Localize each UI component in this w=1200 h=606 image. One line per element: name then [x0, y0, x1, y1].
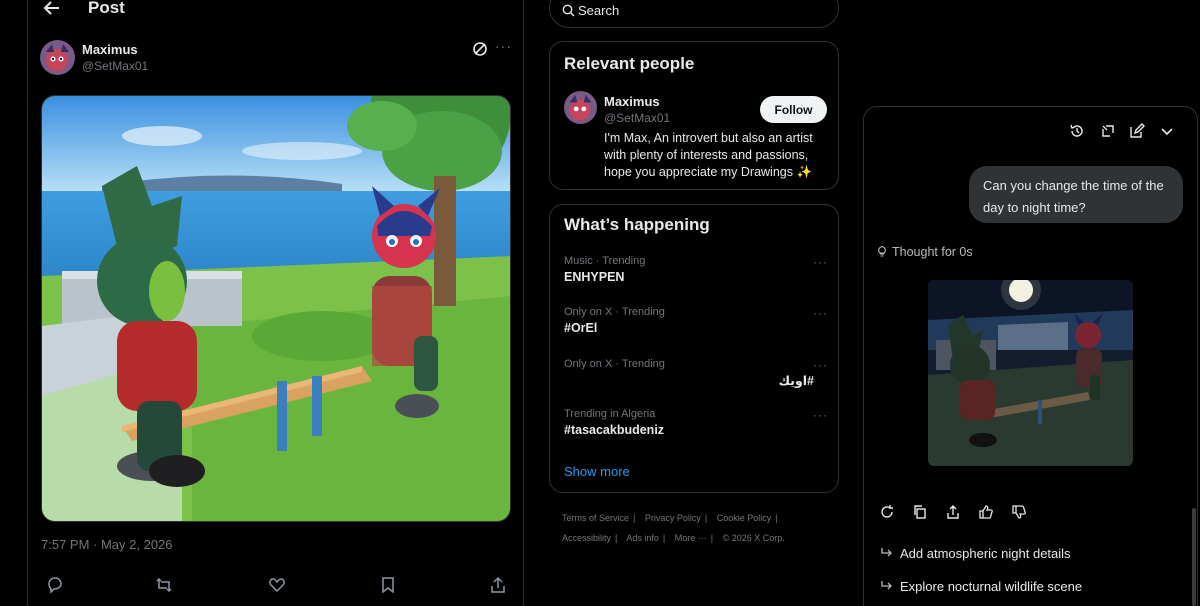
regenerate-icon[interactable] — [879, 504, 895, 520]
footer-link-accessibility[interactable]: Accessibility — [562, 533, 611, 543]
trend-name: #tasacakbudeniz — [564, 423, 665, 437]
trend-item[interactable]: Only on X · Trending #OrEl ··· — [564, 306, 828, 335]
main-column: Post Maximus @SetMax01 ··· 7:57 PM · May… — [27, 0, 524, 606]
back-arrow-icon[interactable] — [42, 0, 62, 18]
history-icon[interactable] — [1069, 123, 1085, 139]
search-bar[interactable] — [549, 0, 839, 28]
trend-meta: Only on X · Trending — [564, 306, 665, 318]
avatar[interactable] — [564, 91, 597, 124]
grok-icon[interactable] — [472, 41, 488, 57]
trend-item[interactable]: Trending in Algeria #tasacakbudeniz ··· — [564, 408, 828, 437]
suggestion-label: Explore nocturnal wildlife scene — [900, 579, 1083, 594]
page-title: Post — [88, 0, 125, 17]
more-options-icon[interactable]: ··· — [495, 38, 512, 54]
thumbs-down-icon[interactable] — [1011, 504, 1027, 520]
suggestion-label: Add atmospheric night details — [900, 546, 1071, 561]
arrow-return-icon — [881, 548, 892, 557]
footer-link-cookie[interactable]: Cookie Policy — [717, 513, 772, 523]
show-more-link[interactable]: Show more — [564, 464, 630, 479]
trend-more-icon[interactable]: ··· — [813, 358, 828, 372]
repost-icon[interactable] — [155, 576, 173, 594]
footer-link-privacy[interactable]: Privacy Policy — [645, 513, 701, 523]
avatar[interactable] — [40, 40, 75, 75]
trend-name: ENHYPEN — [564, 270, 625, 284]
generated-image[interactable] — [928, 280, 1133, 466]
scrollbar[interactable] — [1192, 508, 1196, 606]
share-icon[interactable] — [945, 504, 961, 520]
author-handle[interactable]: @SetMax01 — [82, 59, 148, 73]
post-image[interactable] — [41, 95, 511, 522]
footer-link-ads[interactable]: Ads info — [626, 533, 659, 543]
relevant-people-title: Relevant people — [564, 54, 695, 73]
thought-indicator[interactable]: Thought for 0s — [876, 245, 973, 259]
chevron-down-icon[interactable] — [1159, 123, 1175, 139]
trend-meta: Music · Trending — [564, 255, 646, 267]
follow-button[interactable]: Follow — [760, 96, 827, 123]
thought-label: Thought for 0s — [892, 245, 973, 259]
suggestion-item[interactable]: Explore nocturnal wildlife scene — [880, 579, 1082, 594]
thumbs-up-icon[interactable] — [978, 504, 994, 520]
search-icon — [562, 4, 575, 17]
like-icon[interactable] — [268, 576, 286, 594]
footer-links: Terms of Service | Privacy Policy | Cookie… — [562, 513, 785, 543]
post-author: Maximus @SetMax01 ··· — [40, 38, 512, 80]
lightbulb-icon — [878, 245, 886, 257]
user-message: Can you change the time of the day to ni… — [969, 166, 1183, 223]
expand-icon[interactable] — [1100, 123, 1116, 139]
post-timestamp[interactable]: 7:57 PM · May 2, 2026 — [41, 537, 173, 552]
trend-item[interactable]: Only on X · Trending #اويك ··· — [564, 358, 828, 388]
footer-copyright: © 2026 X Corp. — [722, 533, 785, 543]
trend-name: #اويك — [778, 374, 814, 388]
arrow-return-icon — [881, 581, 892, 590]
trending-title: What’s happening — [564, 215, 710, 234]
person-handle[interactable]: @SetMax01 — [604, 111, 670, 125]
author-name[interactable]: Maximus — [82, 42, 138, 57]
footer-link-terms[interactable]: Terms of Service — [562, 513, 629, 523]
copy-icon[interactable] — [912, 504, 928, 520]
person-name[interactable]: Maximus — [604, 94, 660, 109]
grok-chat-panel: Can you change the time of the day to ni… — [863, 106, 1198, 606]
share-icon[interactable] — [489, 576, 507, 594]
reply-icon[interactable] — [46, 576, 64, 594]
trend-more-icon[interactable]: ··· — [813, 408, 828, 422]
search-input[interactable] — [578, 3, 818, 18]
person-bio: I'm Max, An introvert but also an artist… — [604, 131, 813, 179]
bookmark-icon[interactable] — [379, 576, 397, 594]
trend-more-icon[interactable]: ··· — [813, 306, 828, 320]
trending-card: What’s happening Music · Trending ENHYPE… — [549, 204, 839, 493]
trend-meta: Only on X · Trending — [564, 358, 665, 370]
trend-name: #OrEl — [564, 321, 598, 335]
suggestion-item[interactable]: Add atmospheric night details — [880, 546, 1071, 561]
post-header: Post — [28, 0, 523, 22]
trend-item[interactable]: Music · Trending ENHYPEN ··· — [564, 255, 828, 284]
post-actions — [41, 576, 511, 598]
trend-meta: Trending in Algeria — [564, 408, 656, 420]
trend-more-icon[interactable]: ··· — [813, 255, 828, 269]
footer-link-more[interactable]: More ··· — [675, 533, 707, 543]
edit-icon[interactable] — [1129, 123, 1145, 139]
relevant-people-card: Relevant people Maximus @SetMax01 Follow… — [549, 41, 839, 190]
